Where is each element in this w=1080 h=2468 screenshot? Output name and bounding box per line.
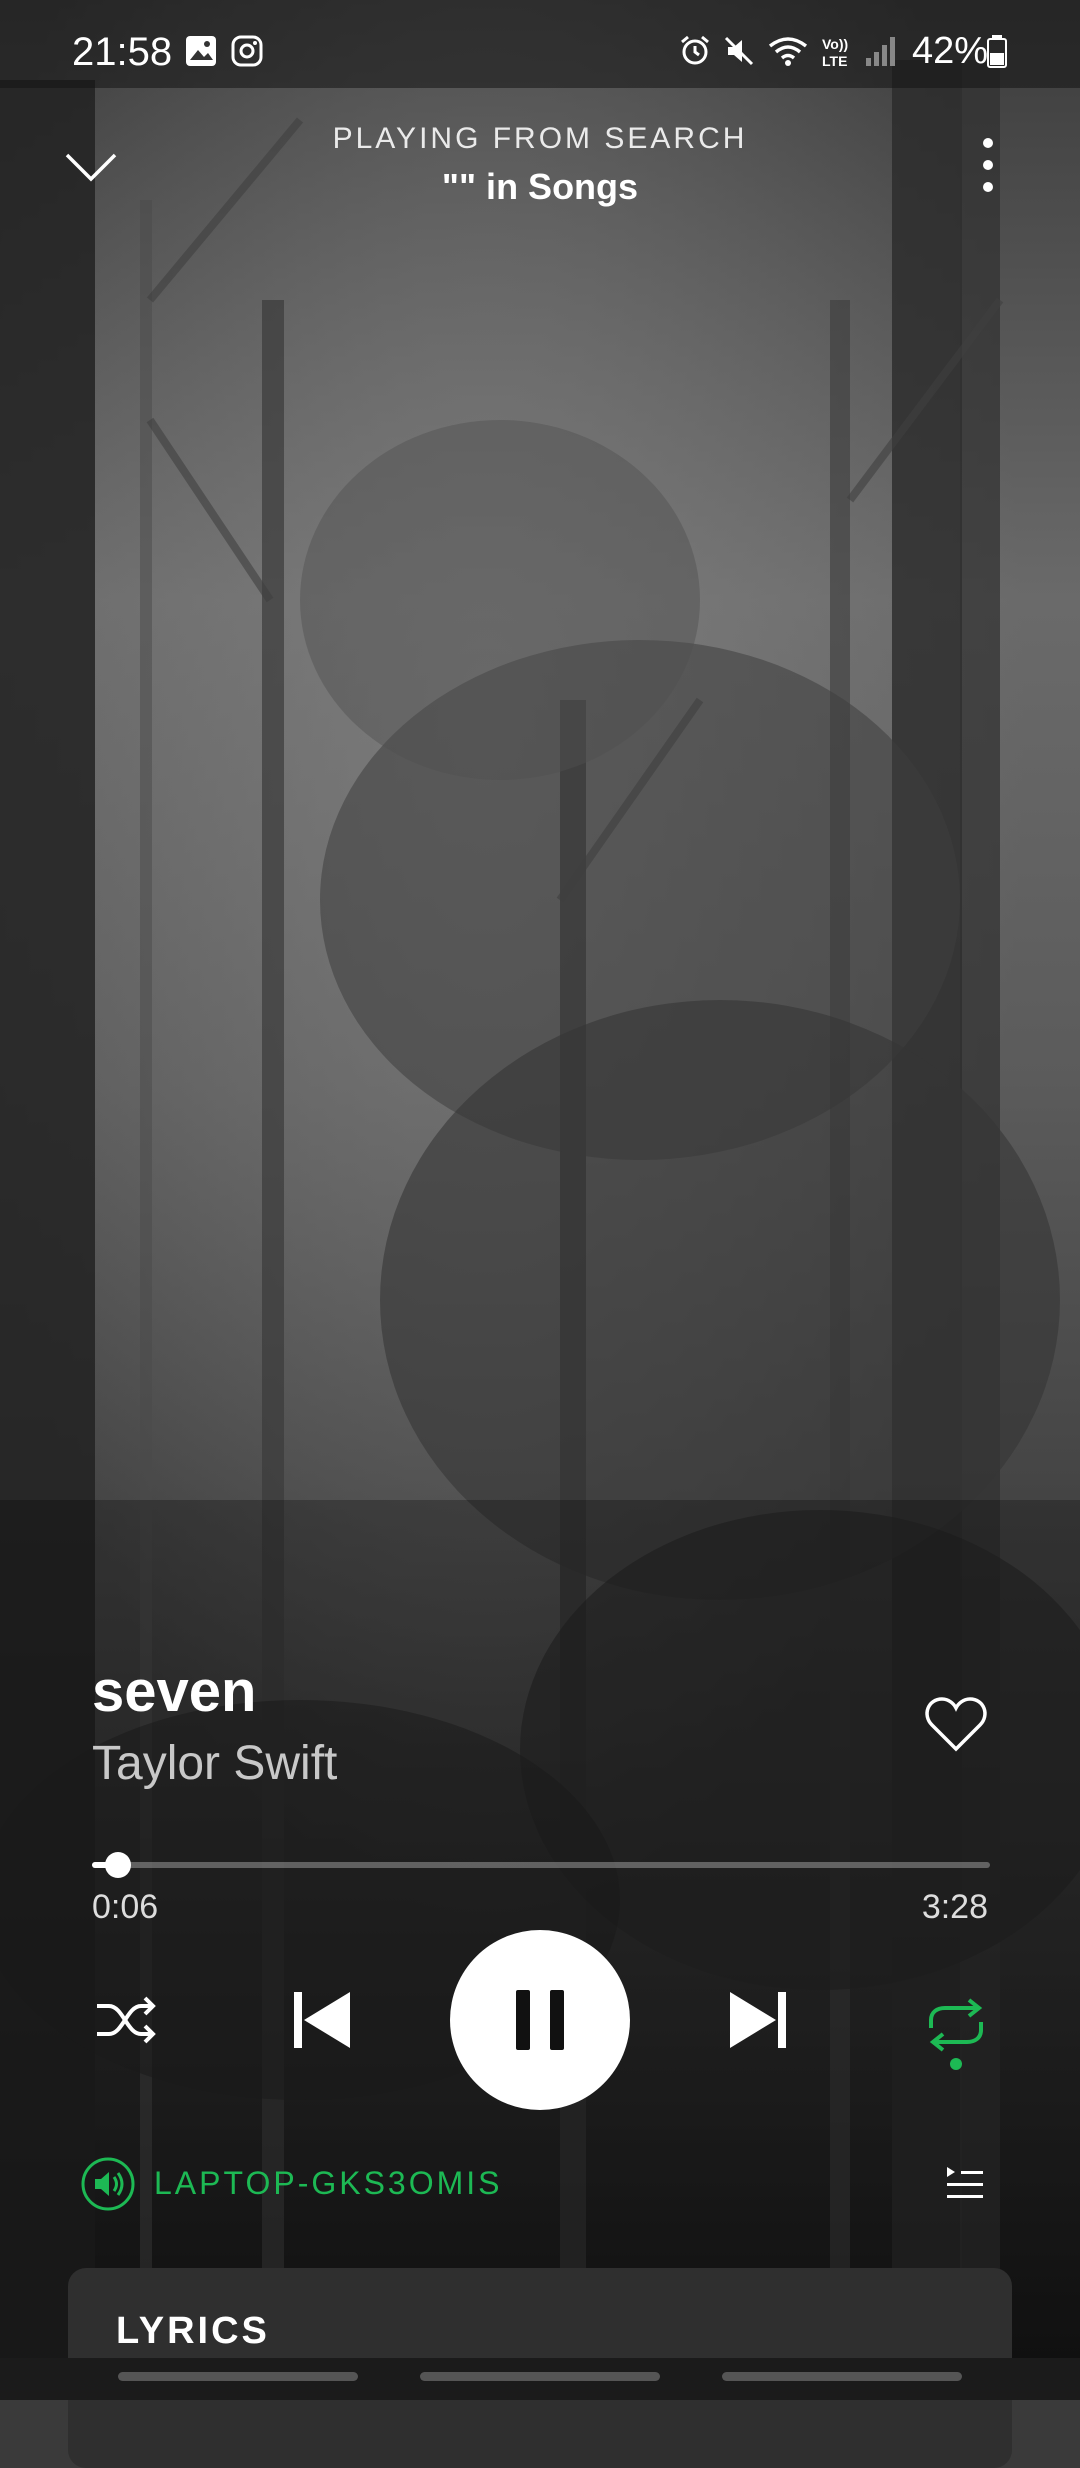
queue-button[interactable] [940,2162,990,2208]
elapsed-time: 0:06 [92,1888,159,1926]
mute-icon [724,36,754,66]
previous-track-button[interactable] [282,1980,362,2060]
pause-icon [516,1990,564,2050]
device-speaker-icon[interactable] [80,2156,136,2212]
signal-icon [866,37,895,66]
next-track-button[interactable] [718,1980,798,2060]
heart-icon [925,1697,987,1752]
repeat-icon [929,1998,983,2052]
shuffle-icon [97,1996,156,2044]
status-bar: 21:58 Vo)) LTE 42% [0,0,1080,88]
volte-icon: Vo)) LTE [822,36,848,69]
playing-from-source[interactable]: "" in Songs [0,166,1080,208]
nav-recents-handle[interactable] [118,2372,358,2381]
progress-track[interactable] [92,1862,990,1868]
alarm-icon [681,35,709,65]
total-time: 3:28 [921,1888,988,1926]
pause-button[interactable] [450,1930,630,2110]
system-nav-bar [0,2358,1080,2400]
more-options-button[interactable] [966,130,1010,200]
track-title[interactable]: seven [92,1658,256,1725]
more-vertical-icon [983,138,993,192]
like-button[interactable] [922,1692,990,1756]
nav-back-handle[interactable] [722,2372,962,2381]
skip-next-icon [730,1992,786,2048]
track-artist[interactable]: Taylor Swift [92,1736,337,1791]
svg-text:LTE: LTE [822,53,847,69]
speaker-icon [81,2157,135,2211]
svg-text:Vo)): Vo)) [822,36,848,52]
playing-from-label: PLAYING FROM SEARCH [332,122,748,155]
skip-previous-icon [294,1992,350,2048]
repeat-button[interactable] [918,1990,994,2060]
shuffle-button[interactable] [88,1990,164,2050]
status-time: 21:58 [72,30,173,74]
wifi-icon [768,37,808,66]
connected-device-name[interactable]: LAPTOP-GKS3OMIS [154,2165,503,2202]
lyrics-title: LYRICS [116,2310,270,2352]
nav-home-handle[interactable] [420,2372,660,2381]
battery-percent: 42% [911,30,988,72]
repeat-active-indicator [950,2058,962,2070]
battery-icon [987,35,1007,68]
gallery-icon [186,36,216,66]
queue-icon [947,2167,983,2198]
instagram-icon [231,35,263,67]
progress-handle[interactable] [105,1852,131,1878]
